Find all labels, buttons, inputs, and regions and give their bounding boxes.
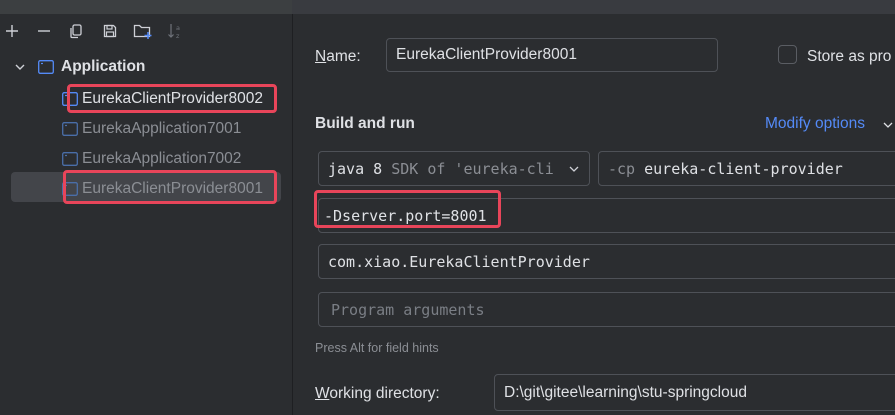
- main-class-value: com.xiao.EurekaClientProvider: [328, 252, 590, 271]
- classpath-module-select[interactable]: -cp eureka-client-provider: [598, 151, 895, 186]
- name-input-value: EurekaClientProvider8001: [396, 46, 577, 63]
- application-icon: [38, 60, 54, 74]
- working-directory-input[interactable]: D:\git\gitee\learning\stu-springcloud: [494, 374, 895, 411]
- highlight-box-8001: [63, 170, 277, 204]
- name-input[interactable]: EurekaClientProvider8001: [386, 38, 718, 72]
- jdk-main-text: java 8: [328, 159, 383, 178]
- tree-item-label: EurekaApplication7001: [82, 120, 242, 137]
- modify-options-label: Modify options: [765, 115, 865, 132]
- program-arguments-placeholder: Program arguments: [331, 300, 485, 319]
- modify-options-link[interactable]: Modify options: [765, 115, 893, 133]
- title-strip: [0, 0, 895, 14]
- application-config-icon: [62, 122, 78, 136]
- chevron-down-icon: [883, 122, 893, 128]
- tree-group-label: Application: [61, 58, 146, 75]
- store-as-project-label: Store as pro: [807, 48, 892, 65]
- chevron-down-icon: [569, 166, 579, 172]
- tree-item-label: EurekaApplication7002: [82, 150, 242, 167]
- name-label-text: ame:: [326, 48, 361, 65]
- jdk-detail-text: SDK of 'eureka-cli: [391, 159, 554, 178]
- store-as-project-checkbox[interactable]: [778, 45, 797, 64]
- minus-icon[interactable]: [33, 20, 55, 42]
- field-hints-text: Press Alt for field hints: [315, 341, 439, 355]
- highlight-box-8002: [67, 84, 277, 113]
- cp-module-text: eureka-client-provider: [644, 159, 843, 178]
- svg-text:z: z: [176, 32, 180, 40]
- jdk-select[interactable]: java 8 SDK of 'eureka-cli: [318, 151, 590, 186]
- chevron-down-icon[interactable]: [14, 61, 26, 73]
- highlight-box-vm-options: [314, 190, 501, 228]
- workdir-label-text: orking directory:: [329, 385, 440, 402]
- cp-flag-text: -cp: [608, 159, 636, 178]
- new-folder-icon[interactable]: [132, 20, 154, 42]
- config-editor: Name: EurekaClientProvider8001 Store as …: [293, 14, 895, 415]
- copy-icon[interactable]: [65, 20, 87, 42]
- name-label-mnemonic: N: [315, 48, 327, 65]
- svg-text:a: a: [176, 24, 180, 32]
- program-arguments-input[interactable]: Program arguments: [318, 292, 895, 327]
- build-and-run-title: Build and run: [315, 115, 415, 132]
- run-configurations-panel: az Application EurekaClientProvider8002 …: [0, 14, 292, 415]
- main-class-input[interactable]: com.xiao.EurekaClientProvider: [318, 244, 895, 279]
- plus-icon[interactable]: [1, 20, 23, 42]
- working-directory-label: Working directory:: [315, 385, 440, 403]
- name-label: Name:: [315, 48, 361, 66]
- title-strip-segment: [292, 0, 895, 14]
- application-config-icon: [62, 152, 78, 166]
- save-icon[interactable]: [99, 20, 121, 42]
- config-toolbar: az: [0, 14, 292, 48]
- sort-alpha-icon[interactable]: az: [165, 20, 187, 42]
- workdir-label-mnemonic: W: [315, 385, 330, 402]
- working-directory-value: D:\git\gitee\learning\stu-springcloud: [504, 383, 747, 401]
